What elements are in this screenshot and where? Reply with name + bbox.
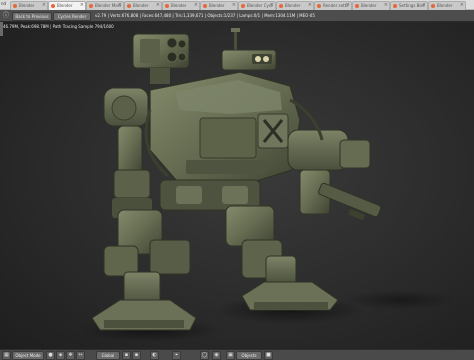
tab-favicon-icon (203, 4, 207, 8)
browser-tab[interactable]: Blender Cycles× (238, 1, 276, 10)
browser-tab[interactable]: Blender × (200, 1, 238, 10)
3d-viewport[interactable]: 46.79M, Peak:698.78M | Path Tracing Samp… (0, 22, 474, 349)
tab-favicon-icon (127, 4, 131, 8)
browser-tab[interactable]: Settings Blendernat× (390, 1, 428, 10)
tab-close-icon[interactable]: × (156, 2, 160, 9)
browser-tab-strip: nd Blender×Blender×Blender Market×Blende… (0, 0, 474, 10)
tab-favicon-icon (355, 4, 359, 8)
tab-favicon-icon (431, 4, 435, 8)
tab-close-icon[interactable]: × (118, 2, 122, 9)
info-header: ⓘ Back to Previous Cycles Render v2.79 |… (0, 10, 474, 22)
tab-close-icon[interactable]: × (346, 2, 350, 9)
blender-window: nd Blender×Blender×Blender Market×Blende… (0, 0, 474, 360)
tab-favicon-icon (393, 4, 397, 8)
browser-tab[interactable]: Blender × (162, 1, 200, 10)
tab-close-icon[interactable]: × (42, 2, 46, 9)
render-engine-select[interactable]: Cycles Render (53, 12, 91, 21)
tab-close-icon[interactable]: × (270, 2, 274, 9)
tab-favicon-icon (89, 4, 93, 8)
tab-favicon-icon (241, 4, 245, 8)
browser-tab[interactable]: Blender × (10, 1, 48, 10)
browser-tab[interactable]: Blender × (428, 1, 466, 10)
mech-render (80, 28, 455, 342)
tab-close-icon[interactable]: × (232, 2, 236, 9)
scene-stats: v2.79 | Verts:676,808 | Faces:647,480 | … (95, 13, 315, 18)
browser-tab[interactable]: Blender Market× (86, 1, 124, 10)
browser-tab[interactable]: Blender × (276, 1, 314, 10)
3d-view-header: ▦ Object Mode ● ◈ ✥ ↔ Global ▪ ▪ ◐ ⌖ ◯ ◉… (0, 349, 474, 360)
tab-strip-glyph: nd (1, 1, 7, 6)
tab-favicon-icon (165, 4, 169, 8)
tab-close-icon[interactable]: × (308, 2, 312, 9)
browser-tab[interactable]: Blender × (48, 1, 86, 10)
tab-close-icon[interactable]: × (194, 2, 198, 9)
tab-close-icon[interactable]: × (460, 2, 464, 9)
tab-favicon-icon (317, 4, 321, 8)
browser-tab[interactable]: Render settings× (314, 1, 352, 10)
tab-close-icon[interactable]: × (80, 2, 84, 9)
tab-close-icon[interactable]: × (384, 2, 388, 9)
back-to-previous-button[interactable]: Back to Previous (12, 12, 52, 21)
tab-favicon-icon (13, 4, 17, 8)
tab-close-icon[interactable]: × (422, 2, 426, 9)
info-editor-icon[interactable]: ⓘ (2, 12, 10, 19)
browser-tab[interactable]: Blender × (124, 1, 162, 10)
browser-tab[interactable]: Blender × (352, 1, 390, 10)
tab-favicon-icon (279, 4, 283, 8)
tab-favicon-icon (51, 4, 55, 8)
